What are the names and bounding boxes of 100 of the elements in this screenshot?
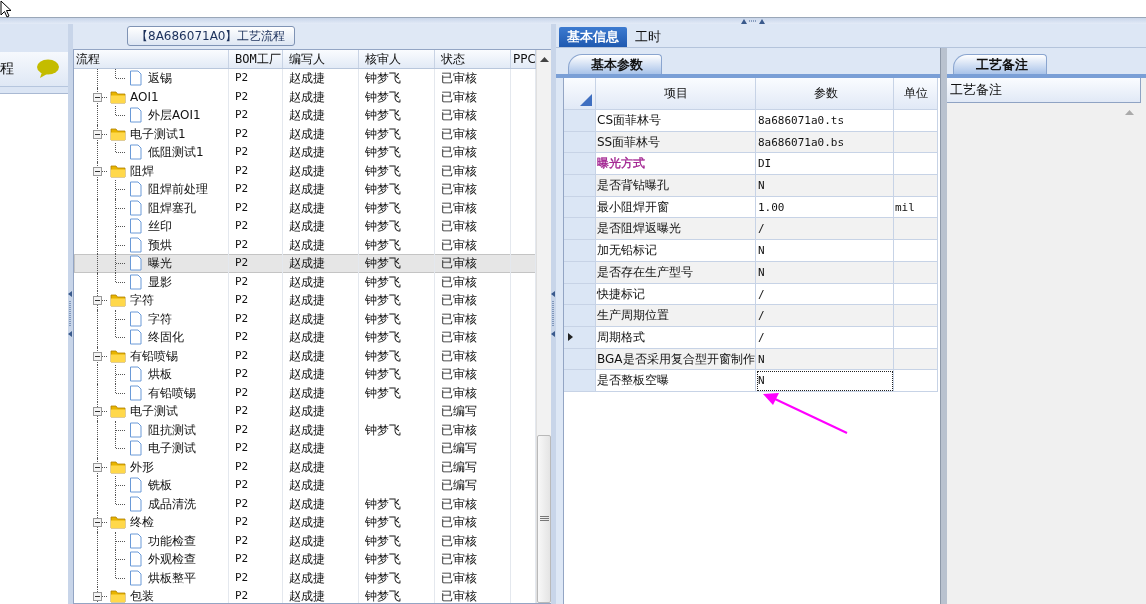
tree-row[interactable]: AOI1 P2 赵成捷 钟梦飞 已审核 [74,87,536,106]
table-cell: 已审核 [435,254,511,273]
collapse-icon[interactable] [93,351,102,361]
value-field[interactable]: N [756,348,894,371]
table-cell: P2 [229,217,283,236]
collapse-icon[interactable] [93,518,102,527]
table-cell: 已审核 [435,309,511,328]
collapse-icon[interactable] [93,462,102,472]
tree-row[interactable]: 烘板整平 P2 赵成捷 钟梦飞 已审核 [74,568,536,587]
tree-row[interactable]: 外形 P2 赵成捷 已编写 [74,457,536,476]
tree-row[interactable]: 外层AOI1 P2 赵成捷 钟梦飞 已审核 [74,106,536,125]
table-cell: 钟梦飞 [359,254,435,273]
tree-row[interactable]: 成品清洗 P2 赵成捷 钟梦飞 已审核 [74,494,536,513]
table-cell: P2 [229,309,283,328]
table-cell: 已审核 [435,328,511,347]
document-icon [128,532,144,549]
column-header[interactable]: 状态 [435,50,511,68]
table-cell: SS面菲林号 [597,134,661,149]
table-cell: 赵成捷 [283,346,359,365]
table-cell: 周期格式 [597,329,645,344]
step-name: 阻焊前处理 [148,181,208,198]
table-cell: 钟梦飞 [359,106,435,125]
tree-row[interactable]: 阻焊前处理 P2 赵成捷 钟梦飞 已审核 [74,180,536,199]
value-field[interactable]: N [756,175,894,197]
collapse-icon[interactable] [93,296,102,305]
tree-row[interactable]: 烘板 P2 赵成捷 钟梦飞 已审核 [74,365,536,384]
speech-bubble-icon[interactable] [36,59,60,79]
document-icon [128,70,144,87]
value-field[interactable]: 8a686071a0.ts [756,110,894,132]
value-field[interactable]: / [756,283,894,306]
tree-row[interactable]: 终检 P2 赵成捷 钟梦飞 已审核 [74,513,536,532]
table-cell: 钟梦飞 [359,420,435,439]
column-header[interactable]: 单位 [894,78,938,110]
tree-row[interactable]: 字符 P2 赵成捷 钟梦飞 已审核 [74,291,536,310]
tree-row[interactable]: 低阻测试1 P2 赵成捷 钟梦飞 已审核 [74,143,536,162]
scrollbar-thumb[interactable] [537,435,551,603]
value-field[interactable]: / [756,326,894,349]
value-field[interactable]: 8a686071a0.bs [756,131,894,154]
column-header[interactable]: 项目 [596,78,756,110]
splitter-grip-icon[interactable] [68,291,72,337]
table-cell: 赵成捷 [283,531,359,550]
folder-icon [110,588,126,603]
splitter-grip-icon[interactable] [741,18,765,24]
value-field[interactable]: N [756,240,894,262]
collapse-icon[interactable] [93,592,102,601]
column-header[interactable]: 工艺备注 [947,78,1141,103]
table-cell: 已编写 [435,402,511,421]
tree-row[interactable]: 显影 P2 赵成捷 钟梦飞 已审核 [74,272,536,291]
tree-row[interactable]: 丝印 P2 赵成捷 钟梦飞 已审核 [74,217,536,236]
value-field[interactable]: 1.00 [756,196,894,219]
tree-row[interactable]: 功能检查 P2 赵成捷 钟梦飞 已审核 [74,531,536,550]
table-cell: 钟梦飞 [359,180,435,199]
scrollbar[interactable] [536,50,551,603]
tab[interactable]: 工时 [627,27,669,47]
splitter-grip-icon[interactable] [551,291,555,337]
step-name: 预烘 [148,236,172,254]
tree-row[interactable]: 阻焊塞孔 P2 赵成捷 钟梦飞 已审核 [74,198,536,217]
tree-row[interactable]: 有铅喷锡 P2 赵成捷 钟梦飞 已审核 [74,346,536,365]
table-cell [894,305,938,327]
tree-row[interactable]: 外观检查 P2 赵成捷 钟梦飞 已审核 [74,550,536,569]
column-header[interactable]: 核审人 [359,50,435,68]
document-icon [128,495,144,512]
tab[interactable]: 基本信息 [559,27,627,47]
tree-row[interactable]: 字符 P2 赵成捷 钟梦飞 已审核 [74,309,536,328]
tab[interactable]: 基本参数 [568,54,662,74]
tree-row[interactable]: 终固化 P2 赵成捷 钟梦飞 已审核 [74,328,536,347]
value-field[interactable]: / [756,218,894,241]
tree-row[interactable]: 返锡 P2 赵成捷 钟梦飞 已审核 [74,69,536,88]
table-cell: 已编写 [435,476,511,495]
tree-row[interactable]: 阻抗测试 P2 赵成捷 钟梦飞 已审核 [74,420,536,439]
value-field[interactable]: DI [756,153,894,176]
tree-row[interactable]: 电子测试 P2 赵成捷 已编写 [74,439,536,458]
collapse-icon[interactable] [93,407,102,416]
document-icon [128,551,144,568]
collapse-icon[interactable] [93,92,102,102]
document-icon [128,218,144,235]
value-field[interactable]: N [756,261,894,284]
value-field[interactable]: N [756,370,894,392]
column-header[interactable]: 参数 [756,78,894,110]
scroll-up-icon[interactable] [540,56,549,62]
table-cell: P2 [229,365,283,384]
table-cell [894,175,938,197]
tree-row[interactable]: 包装 P2 赵成捷 钟梦飞 已审核 [74,587,536,603]
table-cell: 赵成捷 [283,161,359,180]
value-field[interactable]: / [756,305,894,327]
splitter-bar[interactable] [940,48,947,604]
tree-row[interactable]: 电子测试 P2 赵成捷 已编写 [74,402,536,421]
column-header[interactable]: 编写人 [283,50,359,68]
tree-row[interactable]: 电子测试1 P2 赵成捷 钟梦飞 已审核 [74,124,536,143]
tree-row[interactable]: 曝光 P2 赵成捷 钟梦飞 已审核 [74,254,536,273]
tree-row[interactable]: 有铅喷锡 P2 赵成捷 钟梦飞 已审核 [74,383,536,402]
row-header[interactable] [564,326,596,349]
step-name: 终固化 [148,329,184,346]
column-header[interactable]: 流程 [74,50,229,68]
tree-row[interactable]: 铣板 P2 赵成捷 已编写 [74,476,536,495]
collapse-icon[interactable] [93,166,102,176]
tree-row[interactable]: 阻焊 P2 赵成捷 钟梦飞 已审核 [74,161,536,180]
column-header[interactable]: BOM工厂 [229,50,283,68]
tab[interactable]: 工艺备注 [953,54,1047,74]
collapse-icon[interactable] [93,129,102,139]
